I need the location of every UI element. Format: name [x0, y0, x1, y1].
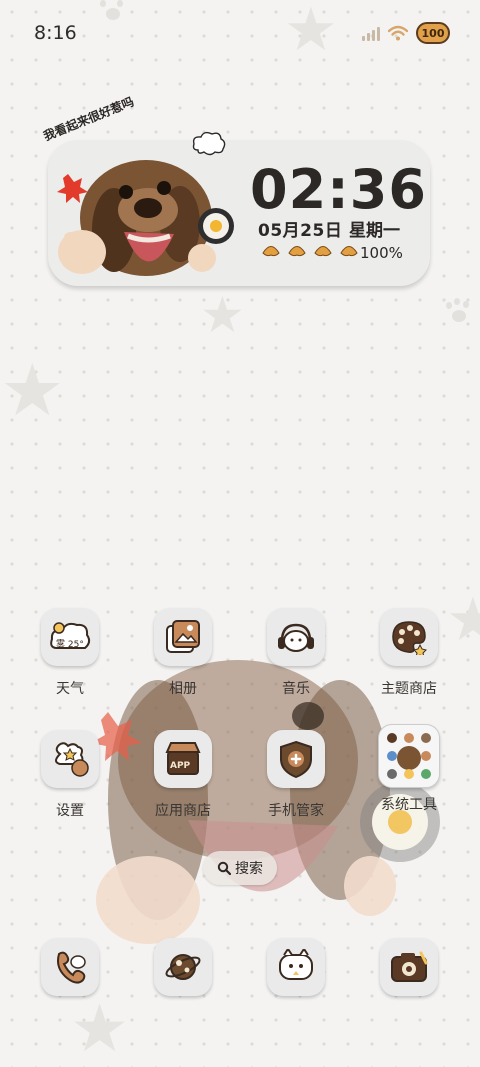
app-label: 天气	[56, 681, 84, 697]
weather-badge: 雾 25°	[56, 640, 84, 650]
battery-croissants	[262, 244, 358, 258]
app-theme-store[interactable]: 主题商店	[369, 608, 449, 698]
battery-icon: 100	[416, 22, 450, 44]
wifi-icon	[388, 25, 408, 41]
app-label: 主题商店	[381, 681, 437, 697]
app-settings[interactable]: 设置	[30, 730, 110, 820]
theme-store-icon	[380, 608, 438, 666]
star-decoration: ★	[0, 348, 65, 432]
clock-weekday: 星期一	[349, 221, 400, 241]
app-store-badge: APP	[170, 761, 191, 771]
app-system-tools-folder[interactable]: 系统工具	[369, 724, 449, 814]
system-tools-folder-icon	[378, 724, 440, 788]
browser-icon	[154, 938, 212, 996]
dock-phone[interactable]	[30, 938, 110, 996]
phone-icon	[41, 938, 99, 996]
sticker-caption: 我看起来很好惹吗	[41, 94, 136, 144]
camera-icon	[380, 938, 438, 996]
status-time: 8:16	[34, 22, 77, 44]
app-phone-manager[interactable]: 手机管家	[256, 730, 336, 820]
croissant-icon	[288, 246, 306, 257]
search-button[interactable]: 搜索	[203, 851, 277, 885]
settings-icon	[41, 730, 99, 788]
clock-date: 05月25日	[258, 221, 343, 241]
app-music[interactable]: 音乐	[256, 608, 336, 698]
app-label: 相册	[169, 681, 197, 697]
signal-icon	[362, 25, 380, 41]
status-icons: 100	[362, 22, 450, 44]
music-icon	[267, 608, 325, 666]
app-app-store[interactable]: APP 应用商店	[143, 730, 223, 820]
messages-icon	[267, 938, 325, 996]
dock-camera[interactable]	[369, 938, 449, 996]
croissant-icon	[262, 246, 280, 257]
dock-browser[interactable]	[143, 938, 223, 996]
paw-decoration	[444, 298, 472, 326]
star-decoration: ★	[70, 990, 130, 1067]
phone-manager-icon	[267, 730, 325, 788]
thought-cloud-icon	[192, 131, 226, 156]
star-decoration: ★	[446, 585, 480, 655]
croissant-icon	[314, 246, 332, 257]
app-gallery[interactable]: 相册	[143, 608, 223, 698]
app-label: 应用商店	[155, 803, 211, 819]
dog-sticker-icon	[57, 160, 234, 276]
app-label: 音乐	[282, 681, 310, 697]
weather-icon: 雾 25°	[41, 608, 99, 666]
app-label: 系统工具	[381, 797, 437, 813]
croissant-icon	[340, 246, 358, 257]
clock-time: 02:36	[250, 158, 427, 221]
dock-messages[interactable]	[256, 938, 336, 996]
search-label: 搜索	[235, 861, 263, 877]
search-icon	[217, 861, 231, 875]
gallery-icon	[154, 608, 212, 666]
battery-percent: 100%	[360, 244, 403, 262]
status-bar: 8:16 100	[0, 0, 480, 70]
app-label: 设置	[56, 803, 84, 819]
app-weather[interactable]: 雾 25° 天气	[30, 608, 110, 698]
app-label: 手机管家	[268, 803, 324, 819]
app-store-icon: APP	[154, 730, 212, 788]
